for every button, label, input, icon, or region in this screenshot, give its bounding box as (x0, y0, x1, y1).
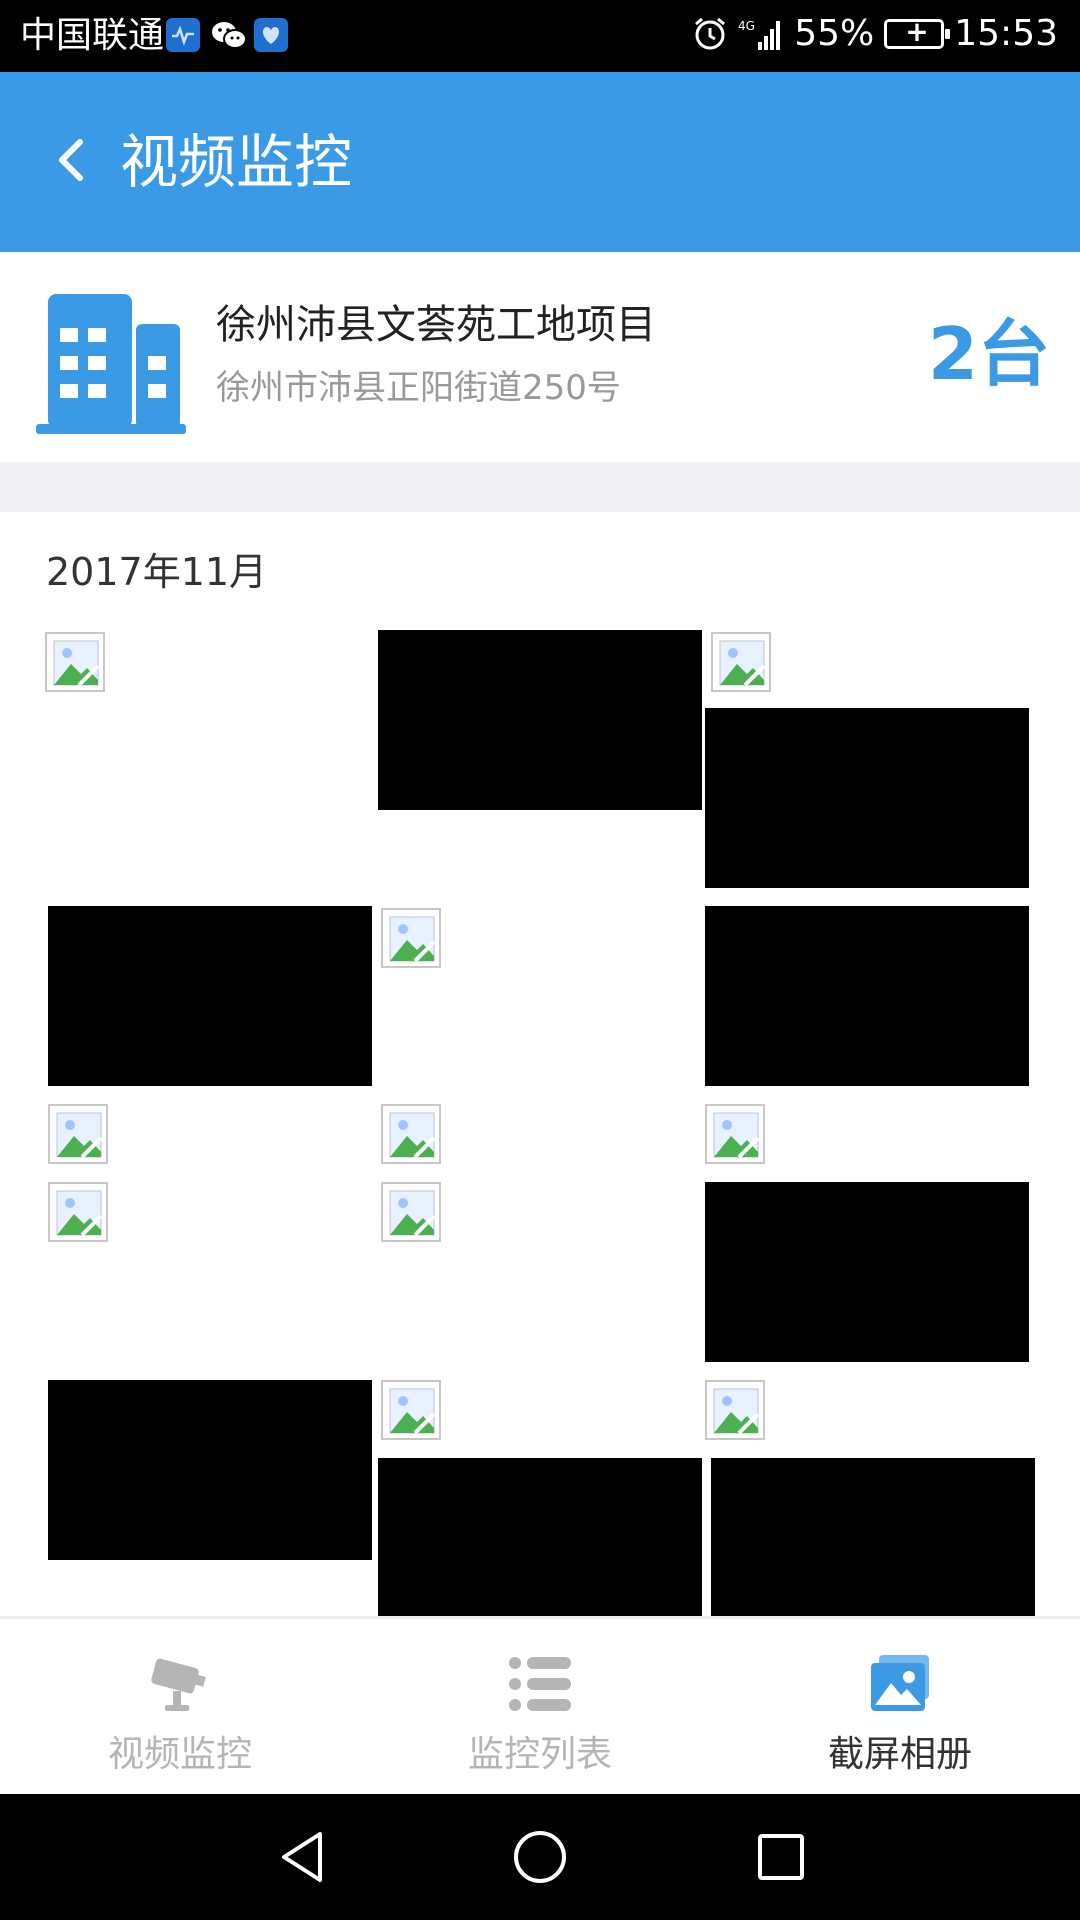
tab-label: 视频监控 (107, 1734, 252, 1775)
list-icon (509, 1657, 571, 1711)
bottom-tab-bar: 视频监控 监控列表 截屏相册 (0, 1616, 1080, 1794)
status-right: 4G 55% + 15:53 (692, 12, 1058, 56)
screenshot-thumbnail[interactable] (48, 906, 372, 1086)
screenshot-thumbnail[interactable] (705, 1182, 1029, 1362)
camera-icon (151, 1658, 206, 1711)
wechat-icon (210, 18, 247, 52)
project-address: 徐州市沛县正阳街道250号 (216, 368, 621, 408)
signal-icon: 4G (738, 19, 781, 50)
broken-image-icon[interactable] (45, 632, 105, 692)
screenshot-thumbnail[interactable] (378, 630, 702, 810)
building-icon (36, 294, 186, 434)
health-app-icon (254, 18, 288, 52)
clock: 15:53 (954, 13, 1058, 54)
svg-text:4G: 4G (738, 19, 755, 33)
broken-image-icon[interactable] (48, 1104, 108, 1164)
tab-video-monitor[interactable]: 视频监控 (0, 1619, 360, 1797)
broken-image-icon[interactable] (705, 1380, 765, 1440)
page-title: 视频监控 (120, 128, 353, 196)
broken-image-icon[interactable] (705, 1104, 765, 1164)
broken-image-icon[interactable] (381, 1380, 441, 1440)
chevron-left-icon[interactable] (44, 132, 100, 188)
screenshot-gallery: 2017年11月 (0, 512, 1080, 1616)
tab-label: 截屏相册 (827, 1734, 972, 1775)
notification-icons (166, 18, 288, 52)
photo-album-icon (871, 1655, 929, 1711)
screenshot-thumbnail[interactable] (705, 906, 1029, 1086)
recents-square-icon[interactable] (748, 1824, 814, 1890)
back-triangle-icon[interactable] (270, 1824, 336, 1890)
broken-image-icon[interactable] (381, 1104, 441, 1164)
project-card[interactable]: 徐州沛县文荟苑工地项目 徐州市沛县正阳街道250号 2台 (0, 252, 1080, 462)
health-app-icon (166, 18, 200, 52)
battery-percent: 55% (794, 13, 875, 54)
broken-image-icon[interactable] (48, 1182, 108, 1242)
home-circle-icon[interactable] (507, 1824, 573, 1890)
device-count: 2台 (927, 312, 1050, 396)
tab-screenshot-album[interactable]: 截屏相册 (720, 1619, 1080, 1797)
battery-charging-icon: + (884, 16, 951, 49)
tab-monitor-list[interactable]: 监控列表 (360, 1619, 720, 1797)
month-header: 2017年11月 (46, 550, 268, 594)
app-header: 视频监控 (0, 72, 1080, 252)
screenshot-thumbnail[interactable] (711, 1458, 1035, 1616)
broken-image-icon[interactable] (711, 632, 771, 692)
broken-image-icon[interactable] (381, 908, 441, 968)
screenshot-thumbnail[interactable] (378, 1458, 702, 1616)
project-name: 徐州沛县文荟苑工地项目 (216, 302, 656, 348)
system-nav-bar (0, 1794, 1080, 1920)
screenshot-thumbnail[interactable] (705, 708, 1029, 888)
status-bar: 中国联通 4G 55% + 15:53 (0, 0, 1080, 72)
tab-label: 监控列表 (467, 1734, 612, 1775)
section-divider (0, 462, 1080, 512)
screenshot-thumbnail[interactable] (48, 1380, 372, 1560)
broken-image-icon[interactable] (381, 1182, 441, 1242)
carrier-name: 中国联通 (20, 15, 165, 56)
alarm-icon (695, 17, 726, 50)
